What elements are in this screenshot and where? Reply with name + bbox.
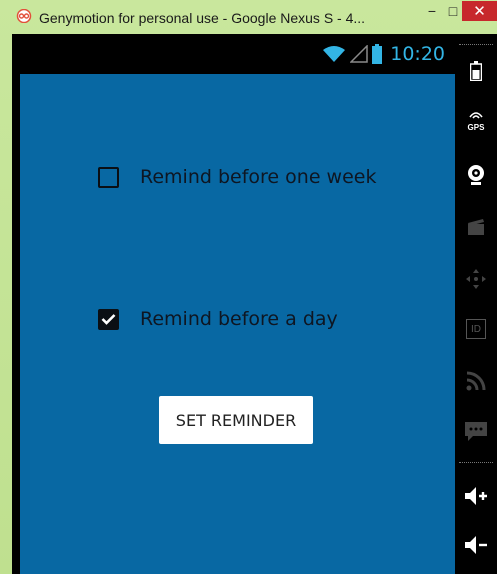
device-screen: 10:20 Remind before one week Remind befo… — [12, 34, 455, 574]
rss-tool[interactable] — [455, 364, 497, 398]
remind-week-row[interactable]: Remind before one week — [98, 166, 376, 188]
battery-tool[interactable] — [455, 54, 497, 88]
wifi-icon — [323, 46, 346, 62]
remind-day-label[interactable]: Remind before a day — [140, 308, 338, 330]
title-bar[interactable]: Genymotion for personal use - Google Nex… — [0, 0, 497, 34]
signal-icon — [350, 45, 368, 63]
dpad-icon — [466, 269, 486, 289]
genymotion-toolbar: GPS ID — [455, 34, 497, 574]
status-time: 10:20 — [390, 43, 445, 65]
toolbar-divider — [459, 44, 493, 45]
volume-up-tool[interactable] — [455, 479, 497, 513]
screencast-icon — [468, 219, 484, 235]
android-status-bar: 10:20 — [12, 34, 455, 74]
genymotion-icon — [16, 9, 32, 23]
volume-up-icon — [465, 487, 487, 505]
sms-tool[interactable] — [455, 414, 497, 448]
remind-week-label[interactable]: Remind before one week — [140, 166, 376, 188]
device-id-tool[interactable]: ID — [455, 312, 497, 346]
checkmark-icon — [101, 314, 116, 325]
id-icon: ID — [466, 319, 486, 339]
webcam-icon — [468, 165, 484, 185]
remind-day-row[interactable]: Remind before a day — [98, 308, 338, 330]
dpad-tool[interactable] — [455, 262, 497, 296]
emulator-window: Genymotion for personal use - Google Nex… — [0, 0, 497, 574]
remind-day-checkbox[interactable] — [98, 308, 119, 330]
sms-icon — [465, 422, 487, 441]
volume-down-icon — [465, 536, 487, 554]
status-icons: 10:20 — [322, 41, 445, 67]
window-title: Genymotion for personal use - Google Nex… — [39, 10, 366, 26]
maximize-button[interactable]: □ — [443, 1, 463, 21]
gps-icon — [469, 112, 483, 119]
minimize-button[interactable]: − — [422, 1, 442, 21]
gps-tool[interactable]: GPS — [455, 104, 497, 138]
battery-icon — [470, 61, 482, 81]
volume-down-tool[interactable] — [455, 528, 497, 562]
remind-week-checkbox[interactable] — [98, 166, 119, 188]
close-button[interactable]: ✕ — [462, 1, 497, 21]
rss-icon — [466, 371, 486, 391]
webcam-tool[interactable] — [455, 158, 497, 192]
toolbar-divider — [459, 462, 493, 463]
set-reminder-button[interactable]: SET REMINDER — [159, 396, 313, 444]
gps-label: GPS — [467, 122, 485, 132]
battery-icon — [372, 44, 383, 64]
screencast-tool[interactable] — [455, 210, 497, 244]
id-label: ID — [471, 323, 481, 335]
app-content: Remind before one week Remind before a d… — [20, 74, 455, 574]
